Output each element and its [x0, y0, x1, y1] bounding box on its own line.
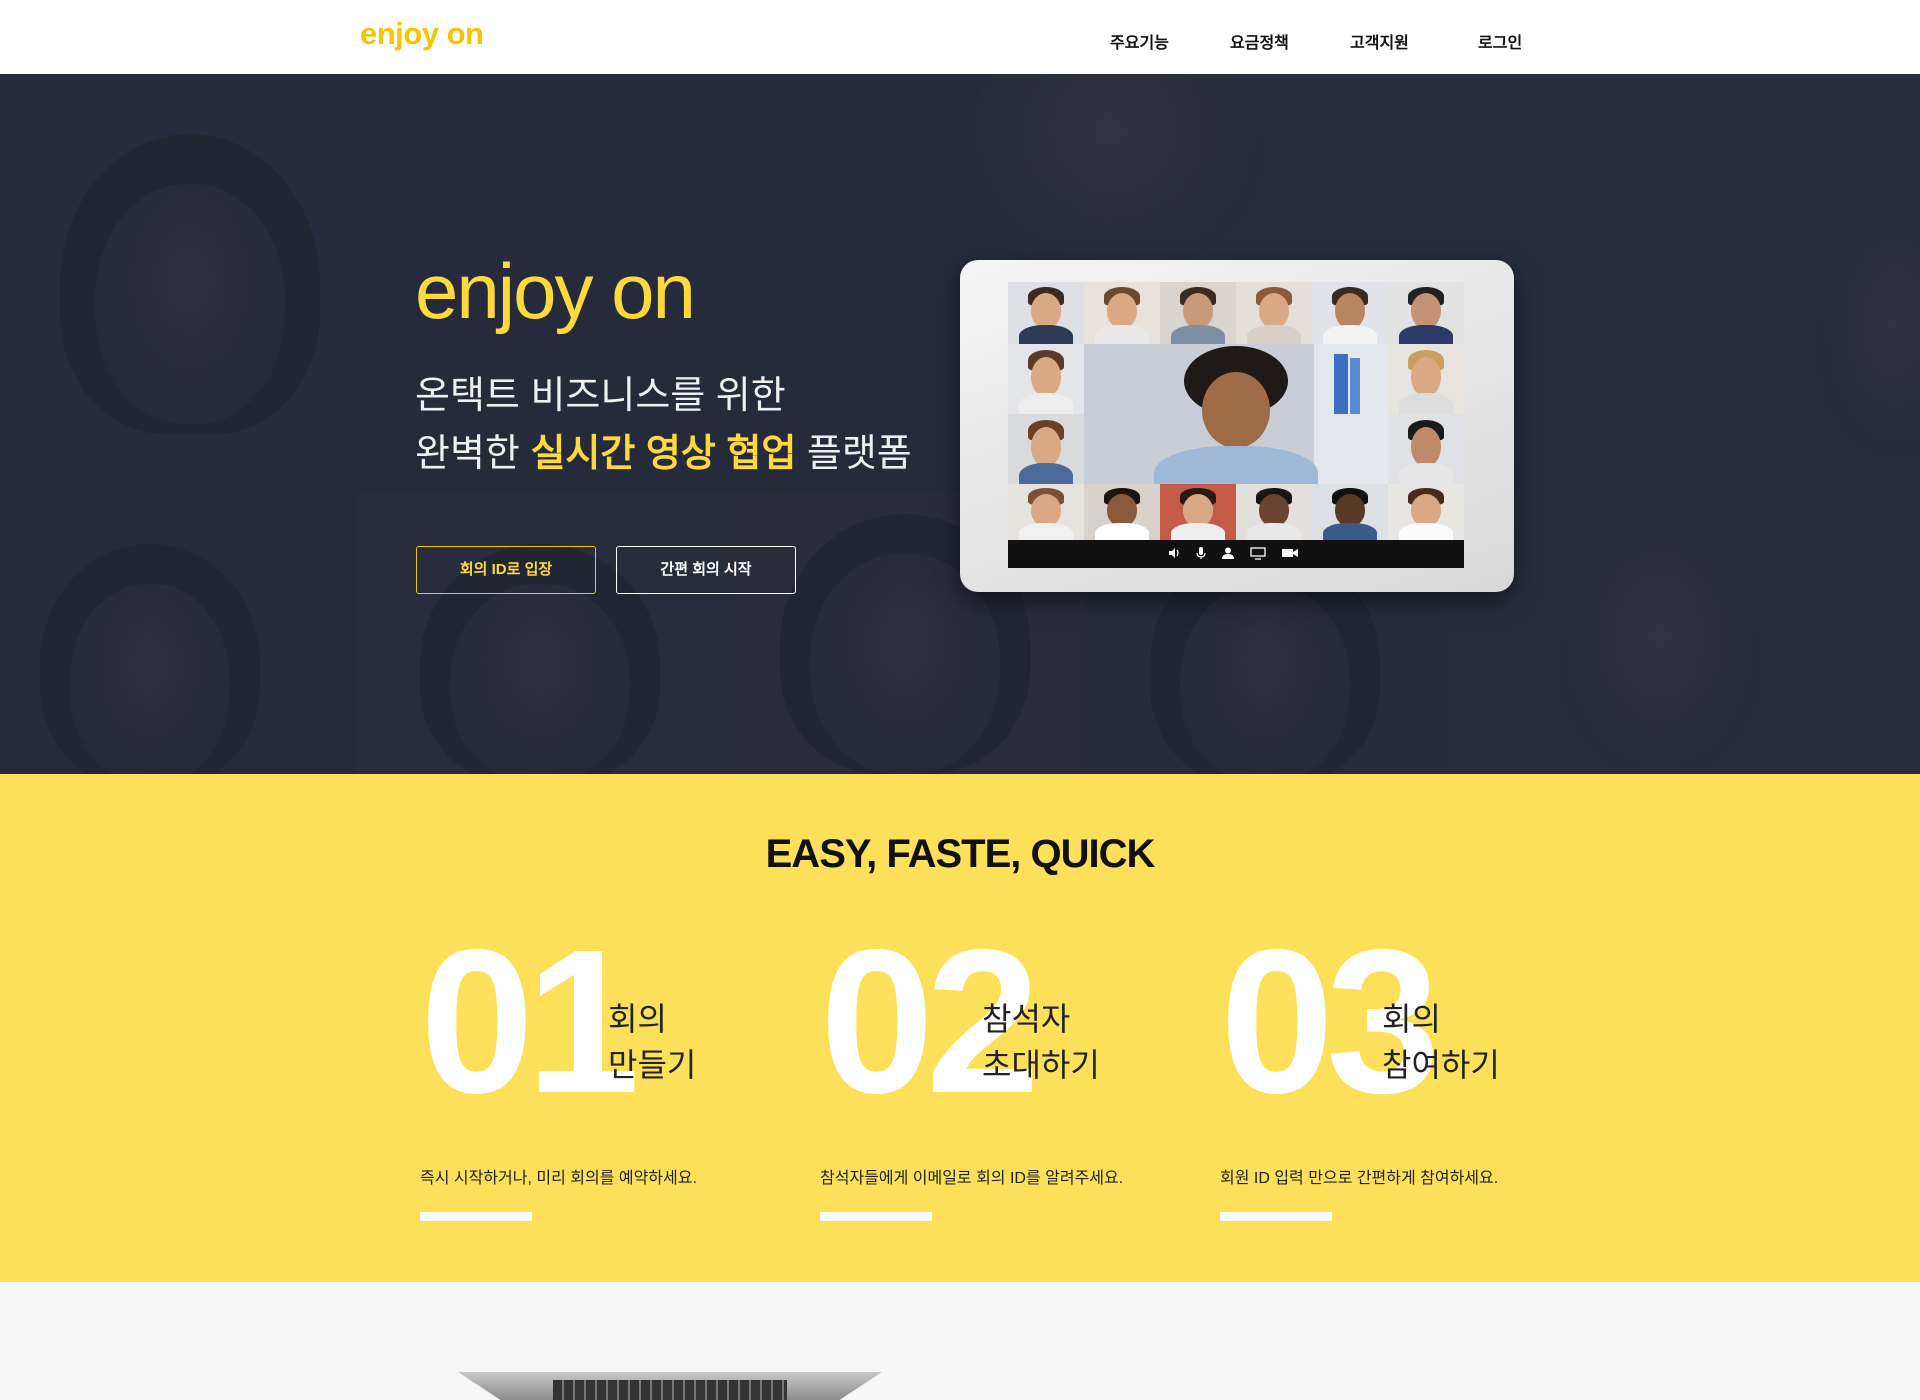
laptop-keyboard: [553, 1380, 787, 1400]
hero-subtitle-line2: 완벽한 실시간 영상 협업 플랫폼: [415, 422, 912, 477]
hero-subtitle-highlight: 실시간 영상 협업: [530, 433, 797, 475]
step-description: 참석자들에게 이메일로 회의 ID를 알려주세요.: [820, 1170, 1124, 1187]
feature-step-invite-attendees: 02 참석자 초대하기 참석자들에게 이메일로 회의 ID를 알려주세요.: [820, 919, 1200, 1221]
step-label: 회의 참여하기: [1382, 996, 1500, 1088]
nav-item-support[interactable]: 고객지원: [1350, 29, 1409, 53]
step-label-line2: 참여하기: [1382, 1047, 1500, 1083]
feature-step-create-meeting: 01 회의 만들기 즉시 시작하거나, 미리 회의를 예약하세요.: [420, 919, 800, 1221]
step-description: 회원 ID 입력 만으로 간편하게 참여하세요.: [1220, 1170, 1499, 1187]
features-title: EASY, FASTE, QUICK: [765, 832, 1156, 876]
step-underline-bar: [1220, 1212, 1332, 1221]
site-header: enjoy on 주요기능 요금정책 고객지원 로그인: [0, 0, 1920, 74]
video-controls-bar: [1008, 540, 1464, 568]
features-section: EASY, FASTE, QUICK 01 회의 만들기 즉시 시작하거나, 미…: [0, 774, 1920, 1282]
nav-item-features[interactable]: 주요기능: [1110, 29, 1169, 53]
screen-share-icon[interactable]: [1250, 546, 1266, 562]
step-underline-bar: [820, 1212, 932, 1221]
video-call-screen: [1008, 282, 1464, 568]
nav-item-pricing[interactable]: 요금정책: [1230, 29, 1289, 53]
speaker-icon[interactable]: [1166, 546, 1182, 562]
participants-icon[interactable]: [1220, 546, 1236, 562]
nav-item-login[interactable]: 로그인: [1478, 29, 1522, 53]
hero-section: enjoy on 온택트 비즈니스를 위한 완벽한 실시간 영상 협업 플랫폼 …: [0, 74, 1920, 774]
step-label-line2: 만들기: [608, 1047, 697, 1083]
tablet-video-call-illustration: [960, 260, 1514, 592]
quick-meeting-start-button[interactable]: 간편 회의 시작: [616, 546, 796, 594]
feature-step-join-meeting: 03 회의 참여하기 회원 ID 입력 만으로 간편하게 참여하세요.: [1220, 919, 1600, 1221]
logo[interactable]: enjoy on: [360, 16, 484, 52]
laptop-illustration: [458, 1372, 882, 1400]
join-by-meeting-id-button[interactable]: 회의 ID로 입장: [416, 546, 596, 594]
next-section: [0, 1282, 1920, 1400]
step-label: 회의 만들기: [608, 996, 696, 1088]
step-label-line2: 초대하기: [982, 1047, 1100, 1083]
step-number: 01: [420, 907, 640, 1136]
step-underline-bar: [420, 1212, 532, 1221]
step-label-line1: 회의: [608, 1001, 667, 1037]
step-label: 참석자 초대하기: [982, 996, 1100, 1088]
hero-subtitle-line1: 온택트 비즈니스를 위한: [415, 375, 786, 417]
step-label-line1: 참석자: [982, 1001, 1071, 1037]
camera-icon[interactable]: [1280, 546, 1300, 562]
step-label-line1: 회의: [1382, 1001, 1441, 1037]
hero-brand-title: enjoy on: [415, 247, 696, 335]
hero-subtitle-prefix: 완벽한: [415, 433, 520, 475]
step-description: 즉시 시작하거나, 미리 회의를 예약하세요.: [420, 1170, 697, 1187]
microphone-icon[interactable]: [1193, 546, 1209, 562]
hero-subtitle-suffix: 플랫폼: [806, 433, 912, 475]
